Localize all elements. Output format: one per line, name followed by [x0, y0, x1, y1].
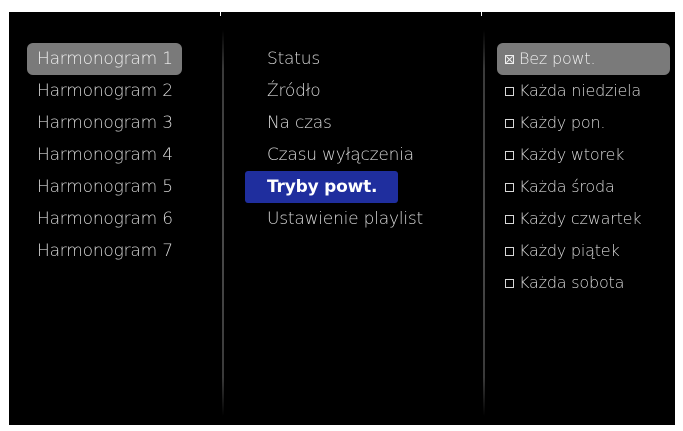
repeat-option-thursday[interactable]: Każdy czwartek	[497, 203, 670, 235]
setting-off-time[interactable]: Czasu wyłączenia	[245, 139, 460, 171]
schedule-list: Harmonogram 1 Harmonogram 2 Harmonogram …	[27, 43, 182, 267]
checkbox-checked-icon[interactable]	[505, 55, 514, 64]
repeat-option-no-repeat[interactable]: Bez powt.	[497, 43, 670, 75]
repeat-option-saturday[interactable]: Każda sobota	[497, 267, 670, 299]
schedule-item-4[interactable]: Harmonogram 4	[27, 139, 182, 171]
column-divider	[483, 30, 485, 416]
setting-repeat-modes[interactable]: Tryby powt.	[245, 171, 398, 203]
osd-menu-screen: Harmonogram 1 Harmonogram 2 Harmonogram …	[9, 12, 675, 425]
repeat-option-label: Każda niedziela	[519, 81, 641, 100]
repeat-option-tuesday[interactable]: Każdy wtorek	[497, 139, 670, 171]
schedule-item-6[interactable]: Harmonogram 6	[27, 203, 182, 235]
schedule-item-3[interactable]: Harmonogram 3	[27, 107, 182, 139]
checkbox-icon[interactable]	[505, 87, 514, 96]
top-tick-mark	[220, 12, 221, 16]
repeat-option-label: Każdy piątek	[519, 241, 620, 260]
checkbox-icon[interactable]	[505, 119, 514, 128]
top-tick-mark	[481, 12, 482, 16]
checkbox-icon[interactable]	[505, 151, 514, 160]
schedule-settings-list: Status Źródło Na czas Czasu wyłączenia T…	[245, 43, 460, 235]
repeat-option-friday[interactable]: Każdy piątek	[497, 235, 670, 267]
checkbox-icon[interactable]	[505, 215, 514, 224]
repeat-option-label: Każda środa	[519, 177, 615, 196]
repeat-option-label: Bez powt.	[519, 49, 596, 68]
repeat-option-sunday[interactable]: Każda niedziela	[497, 75, 670, 107]
repeat-mode-list: Bez powt. Każda niedziela Każdy pon. Każ…	[497, 43, 670, 299]
repeat-option-wednesday[interactable]: Każda środa	[497, 171, 670, 203]
setting-playlist[interactable]: Ustawienie playlist	[245, 203, 460, 235]
schedule-item-1[interactable]: Harmonogram 1	[27, 43, 182, 75]
setting-status[interactable]: Status	[245, 43, 460, 75]
checkbox-icon[interactable]	[505, 247, 514, 256]
checkbox-icon[interactable]	[505, 279, 514, 288]
repeat-option-label: Każdy wtorek	[519, 145, 625, 164]
schedule-item-5[interactable]: Harmonogram 5	[27, 171, 182, 203]
schedule-item-7[interactable]: Harmonogram 7	[27, 235, 182, 267]
repeat-option-monday[interactable]: Każdy pon.	[497, 107, 670, 139]
repeat-option-label: Każdy czwartek	[519, 209, 642, 228]
schedule-item-2[interactable]: Harmonogram 2	[27, 75, 182, 107]
setting-source[interactable]: Źródło	[245, 75, 460, 107]
setting-on-time[interactable]: Na czas	[245, 107, 460, 139]
repeat-option-label: Każdy pon.	[519, 113, 606, 132]
repeat-option-label: Każda sobota	[519, 273, 625, 292]
checkbox-icon[interactable]	[505, 183, 514, 192]
column-divider	[222, 30, 224, 416]
